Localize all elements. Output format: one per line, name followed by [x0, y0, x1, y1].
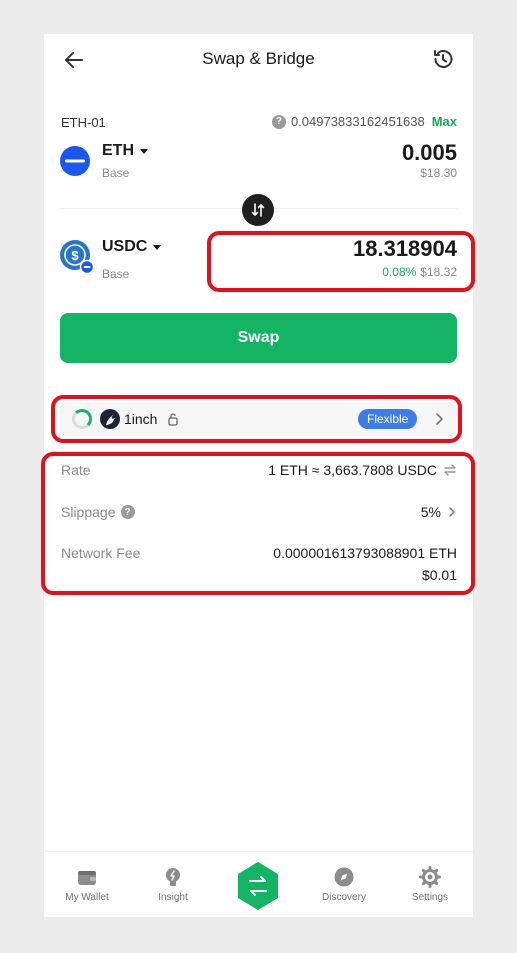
- swap-arrows-icon: [251, 203, 265, 217]
- to-amount-sub: 0.08% $18.32: [382, 265, 457, 279]
- from-token-selector[interactable]: ETH: [102, 142, 148, 160]
- from-token-symbol: ETH: [102, 142, 134, 159]
- usdc-token-icon: $: [60, 240, 94, 274]
- swap-tab-button[interactable]: [234, 860, 282, 912]
- tab-insight[interactable]: Insight: [138, 866, 208, 903]
- eth-token-icon: [60, 146, 90, 176]
- tab-discovery[interactable]: Discovery: [309, 866, 379, 903]
- switch-direction-button[interactable]: [242, 194, 274, 226]
- to-token-network: Base: [102, 267, 130, 281]
- slippage-label: Slippage: [61, 504, 116, 520]
- lock-icon: [168, 413, 178, 426]
- chevron-right-icon: [449, 507, 455, 517]
- help-icon[interactable]: ?: [271, 114, 286, 129]
- from-amount-input[interactable]: 0.005: [402, 140, 457, 166]
- refresh-timer-icon: [72, 409, 92, 429]
- page-title: Swap & Bridge: [202, 49, 315, 68]
- max-button[interactable]: Max: [432, 114, 457, 129]
- network-fee-label: Network Fee: [61, 545, 141, 561]
- to-amount: 18.318904: [353, 236, 457, 261]
- tab-label: Discovery: [322, 892, 366, 903]
- swap-rate-icon: [444, 464, 456, 476]
- route-selector[interactable]: 1inch Flexible: [60, 402, 457, 436]
- balance-display: ? 0.04973833162451638 Max: [271, 114, 457, 129]
- slippage-value: 5%: [420, 504, 441, 520]
- to-token-symbol: USDC: [102, 238, 148, 255]
- network-fee-eth: 0.000001613793088901 ETH: [273, 545, 457, 561]
- rate-label: Rate: [61, 462, 91, 478]
- tab-label: Settings: [411, 892, 449, 903]
- from-amount-usd: $18.30: [420, 166, 457, 180]
- tab-label: My Wallet: [65, 892, 109, 903]
- svg-text:$: $: [71, 248, 79, 263]
- from-token-network: Base: [102, 166, 130, 180]
- wallet-icon: [78, 871, 96, 885]
- price-impact: 0.08%: [382, 265, 417, 279]
- swap-button[interactable]: Swap: [60, 313, 457, 363]
- bottom-tab-bar: My Wallet Insight Discovery Settings: [44, 851, 473, 917]
- to-token-row: $ USDC Base 18.318904 0.08% $18.32: [60, 236, 457, 284]
- to-amount-usd: $18.32: [420, 265, 457, 279]
- history-icon[interactable]: [431, 47, 455, 71]
- slippage-setting[interactable]: 5%: [421, 504, 457, 520]
- from-token-row: ETH Base 0.005 $18.30: [60, 140, 457, 188]
- balance-value: 0.04973833162451638: [290, 114, 425, 129]
- route-mode-badge: Flexible: [358, 409, 418, 429]
- gear-icon: [419, 866, 441, 888]
- swap-screen: Swap & Bridge ETH-01 ? 0.049738331624516…: [44, 34, 473, 917]
- rate-value: 1 ETH ≈ 3,663.7808 USDC: [268, 462, 437, 478]
- chevron-down-icon: [140, 148, 148, 154]
- account-label: ETH-01: [61, 115, 106, 130]
- provider-name: 1inch: [124, 411, 158, 427]
- help-icon[interactable]: ?: [120, 505, 135, 519]
- chevron-right-icon: [436, 413, 443, 425]
- header: Swap & Bridge: [44, 34, 473, 86]
- tab-label: Insight: [158, 892, 188, 903]
- tab-my-wallet[interactable]: My Wallet: [52, 866, 122, 903]
- to-token-selector[interactable]: USDC: [102, 238, 162, 256]
- tab-settings[interactable]: Settings: [395, 866, 465, 903]
- unicorn-logo-icon: [100, 409, 120, 429]
- network-fee-usd: $0.01: [421, 567, 457, 583]
- slippage-label-row: Slippage ?: [61, 504, 135, 520]
- chevron-down-icon: [153, 244, 162, 250]
- lightbulb-icon: [166, 868, 180, 886]
- compass-icon: [334, 867, 354, 887]
- rate-value-row[interactable]: 1 ETH ≈ 3,663.7808 USDC: [268, 462, 457, 478]
